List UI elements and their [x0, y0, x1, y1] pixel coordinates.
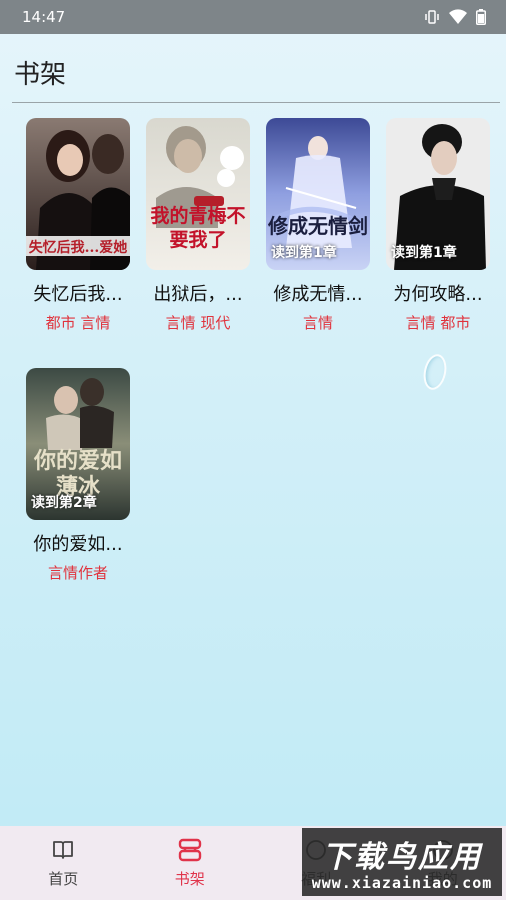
book-cover[interactable]: 修成无情剑 读到第1章: [266, 118, 370, 270]
wifi-icon: [449, 9, 467, 24]
book-card[interactable]: 读到第1章 为何攻略... 言情 都市: [386, 118, 492, 333]
bookshelf-icon: [178, 838, 201, 862]
tab-home[interactable]: 首页: [0, 826, 127, 900]
book-title: 出狱后，...: [153, 284, 243, 305]
cover-title: 失忆后我...爱她: [28, 240, 128, 256]
book-card[interactable]: 我的青梅不要我了 出狱后，... 言情 现代: [146, 118, 252, 333]
header-divider: [12, 102, 500, 103]
book-cover[interactable]: 我的青梅不要我了: [146, 118, 250, 270]
floating-bubble: [420, 352, 450, 392]
book-tags: 言情 现代: [165, 314, 231, 332]
book-tags: 言情: [302, 314, 333, 332]
book-card[interactable]: 你的爱如薄冰 读到第2章 你的爱如... 言情作者: [26, 368, 132, 583]
page-title: 书架: [14, 60, 67, 90]
book-cover[interactable]: 你的爱如薄冰 读到第2章: [26, 368, 130, 520]
watermark-sub: www.xiazainiao.com: [311, 874, 493, 892]
cover-title: 修成无情剑: [268, 214, 368, 238]
tab-label: 首页: [48, 870, 79, 888]
book-open-icon: [53, 841, 74, 859]
book-title: 失忆后我...: [33, 284, 123, 305]
reading-progress: 读到第1章: [271, 245, 337, 261]
book-card[interactable]: 修成无情剑 读到第1章 修成无情... 言情: [266, 118, 372, 333]
book-tags: 言情 都市: [405, 314, 471, 332]
book-tags: 言情作者: [47, 564, 108, 582]
watermark-main: 下载鸟应用: [322, 840, 482, 875]
book-title: 为何攻略...: [393, 284, 483, 305]
battery-icon: [476, 9, 486, 25]
status-icons: [424, 9, 486, 25]
reading-progress: 读到第1章: [391, 245, 457, 261]
watermark: 下载鸟应用 www.xiazainiao.com: [302, 828, 502, 896]
book-cover[interactable]: 读到第1章: [386, 118, 490, 270]
tab-bookshelf[interactable]: 书架: [127, 826, 254, 900]
cover-title: 我的青梅不要我了: [150, 205, 246, 251]
book-title: 你的爱如...: [33, 534, 123, 555]
book-card[interactable]: 失忆后我...爱她 失忆后我... 都市 言情: [26, 118, 132, 333]
status-time: 14:47: [22, 8, 66, 26]
reading-progress: 读到第2章: [31, 495, 97, 511]
book-title: 修成无情...: [273, 284, 363, 305]
book-cover[interactable]: 失忆后我...爱她: [26, 118, 130, 270]
status-bar: 14:47: [0, 0, 506, 34]
tab-label: 书架: [174, 870, 205, 888]
book-tags: 都市 言情: [45, 314, 111, 332]
vibrate-icon: [425, 10, 439, 24]
